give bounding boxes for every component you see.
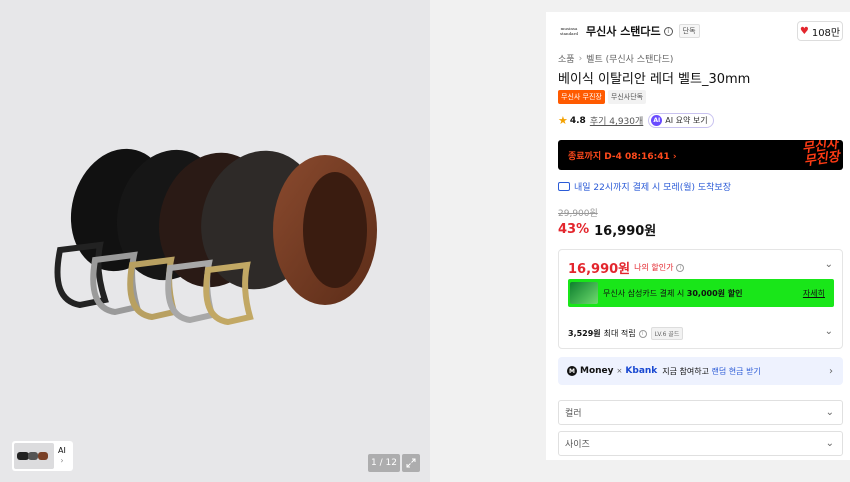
card-discount-desc: 무신사 삼성카드 결제 시 (603, 288, 685, 298)
color-select-label: 컬러 (565, 409, 582, 419)
star-icon: ★ (558, 114, 568, 127)
size-select[interactable]: 사이즈 ⌄ (558, 431, 843, 456)
price-row: 43% 16,990원 (558, 220, 656, 239)
chevron-down-icon[interactable]: ⌄ (825, 259, 833, 270)
like-button[interactable]: ♥ 108만 (797, 21, 843, 41)
chevron-down-icon: ⌄ (825, 438, 834, 449)
expand-icon[interactable] (402, 454, 420, 472)
chevron-right-icon: › (578, 53, 583, 64)
product-title: 베이식 이탈리안 레더 벨트_30mm (558, 72, 751, 87)
breadcrumb: 소품 › 벨트 (무신사 스탠다드) (558, 52, 673, 66)
truck-icon (558, 182, 570, 191)
product-image[interactable] (40, 120, 400, 350)
rating-row: ★ 4.8 후기 4,930개 AI AI 요약 보기 (558, 113, 714, 128)
size-select-label: 사이즈 (565, 440, 590, 450)
thumbnail-image[interactable] (14, 443, 54, 469)
card-discount-amount: 30,000원 할인 (686, 288, 743, 298)
exclusive-badge: 단독 (678, 24, 700, 38)
ai-label: AI (58, 446, 66, 455)
delivery-text: 내일 22시까지 결제 시 모레(월) 도착보장 (574, 183, 731, 193)
heart-icon: ♥ (799, 25, 809, 37)
breadcrumb-item-category[interactable]: 소품 (558, 52, 575, 65)
discount-rate: 43% (558, 222, 590, 237)
card-image (570, 282, 598, 304)
points-amount: 3,529원 (568, 329, 601, 338)
benefit-box: 16,990원 나의 할인가 i ⌄ 무신사 삼성카드 결제 시 30,000원… (558, 249, 843, 349)
product-tags: 무신사 무진장 무신사단독 (558, 90, 647, 104)
brand-logo-line2: standard (559, 31, 579, 36)
tag-exclusive: 무신사단독 (607, 90, 647, 104)
money-logo-icon: M (567, 366, 577, 376)
money-brand: Money (580, 366, 614, 376)
money-text: 지금 참여하고 랜덤 현금 받기 (662, 366, 761, 377)
thumbnail-strip[interactable]: AI › (12, 441, 73, 471)
my-price-label: 나의 할인가 (634, 263, 674, 272)
ai-summary-label: AI 요약 보기 (665, 116, 708, 125)
collab-x: × (616, 367, 623, 375)
money-kbank-banner[interactable]: M Money × Kbank 지금 참여하고 랜덤 현금 받기 › (558, 357, 843, 385)
brand-logo[interactable]: musinsa standard (558, 24, 580, 38)
info-icon[interactable]: i (676, 263, 685, 272)
kbank-brand: Kbank (625, 366, 658, 376)
promo-banner[interactable]: 종료까지 D-4 08:16:41 › 무신사 무진장 (558, 140, 843, 170)
rating-score: 4.8 (569, 115, 586, 126)
like-count: 108만 (811, 27, 841, 39)
money-text-highlight: 랜덤 현금 받기 (711, 366, 761, 376)
chevron-down-icon: ⌄ (825, 407, 834, 418)
points-label: 최대 적립 (603, 329, 636, 338)
my-price-row[interactable]: 16,990원 나의 할인가 i (568, 258, 685, 277)
card-discount-text: 무신사 삼성카드 결제 시 30,000원 할인 (603, 288, 743, 299)
money-text-main: 지금 참여하고 (662, 366, 709, 376)
color-select[interactable]: 컬러 ⌄ (558, 400, 843, 425)
brand-name[interactable]: 무신사 스탠다드 (586, 23, 661, 39)
info-icon[interactable]: i (638, 329, 647, 338)
image-pager: 1 / 12 (368, 454, 400, 472)
ai-summary-button[interactable]: AI AI 요약 보기 (648, 113, 714, 128)
sale-price: 16,990원 (594, 224, 657, 239)
card-discount-banner[interactable]: 무신사 삼성카드 결제 시 30,000원 할인 자세히 (568, 279, 834, 307)
reviews-link[interactable]: 후기 4,930개 (590, 114, 643, 127)
breadcrumb-item-subcategory[interactable]: 벨트 (무신사 스탠다드) (586, 52, 673, 65)
chevron-right-icon: › (829, 365, 833, 377)
product-gallery: AI › 1 / 12 (0, 0, 430, 482)
original-price: 29,900원 (558, 209, 598, 219)
promo-brand-logo: 무신사 무진장 (801, 140, 841, 170)
tag-mujinjang: 무신사 무진장 (558, 90, 605, 104)
promo-brand-line2: 무진장 (803, 149, 841, 170)
card-details-link[interactable]: 자세히 (803, 288, 825, 299)
promo-countdown: 종료까지 D-4 08:16:41 › (568, 152, 677, 162)
member-level-badge: LV.6 골드 (650, 327, 684, 340)
chevron-down-icon[interactable]: ⌄ (825, 326, 833, 337)
delivery-info[interactable]: 내일 22시까지 결제 시 모레(월) 도착보장 (558, 180, 731, 193)
my-price-value: 16,990원 (568, 262, 631, 277)
info-icon[interactable]: i (663, 26, 673, 36)
chevron-right-icon[interactable]: › (60, 456, 63, 466)
points-row[interactable]: 3,529원 최대 적립 i LV.6 골드 (568, 327, 684, 340)
ai-icon: AI (651, 115, 663, 126)
